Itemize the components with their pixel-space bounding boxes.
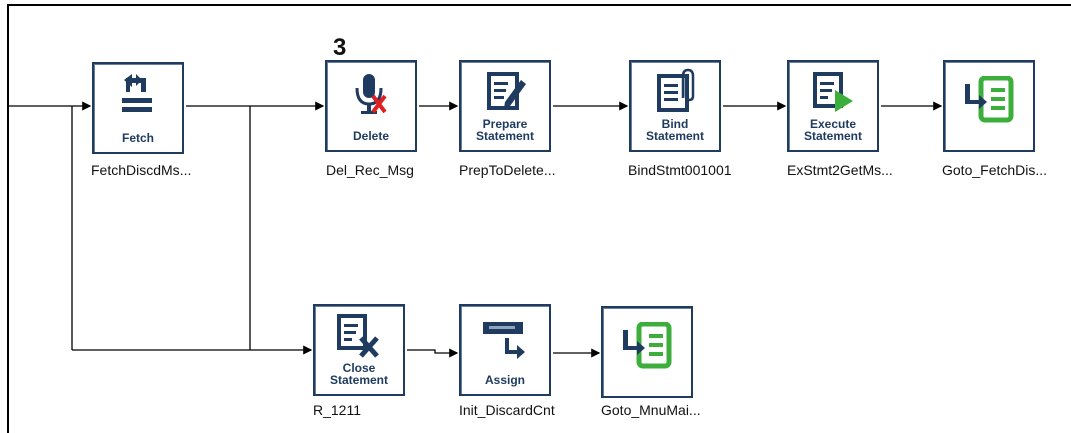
document-close-icon (337, 314, 379, 358)
execute-statement-title: Execute Statement (803, 117, 862, 143)
bind-statement-title: Bind Statement (645, 117, 704, 143)
assign-caption: Init_DiscardCnt (459, 402, 555, 418)
close-statement-node[interactable]: Close Statement (313, 304, 405, 396)
goto-list-icon (623, 322, 672, 369)
prepare-statement-title: Prepare Statement (475, 117, 534, 143)
goto-fetch-caption: Goto_FetchDis... (942, 162, 1048, 178)
execute-statement-node[interactable]: Execute Statement (787, 60, 879, 152)
fetch-node[interactable]: Fetch (92, 62, 184, 154)
document-edit-icon (487, 72, 526, 110)
fetch-caption: FetchDiscdMs... (91, 162, 192, 178)
mic-delete-icon (355, 74, 387, 114)
delete-caption: Del_Rec_Msg (326, 162, 414, 178)
return-arrow-icon (122, 74, 152, 112)
prepare-statement-node[interactable]: Prepare Statement (459, 60, 551, 152)
bind-statement-caption: BindStmt001001 (628, 162, 732, 178)
close-statement-caption: R_1211 (313, 402, 362, 418)
goto-fetch-node[interactable] (943, 60, 1035, 152)
goto-menu-caption: Goto_MnuMai... (601, 402, 701, 418)
execute-statement-caption: ExStmt2GetMs... (787, 162, 893, 178)
assign-title: Assign (484, 373, 525, 387)
assign-arrow-icon (483, 322, 525, 359)
prepare-statement-caption: PrepToDelete... (459, 162, 556, 178)
assign-node[interactable]: Assign (459, 304, 551, 396)
wire-close-assign (407, 348, 459, 358)
document-play-icon (813, 72, 853, 112)
close-statement-title: Close Statement (329, 361, 388, 387)
fetch-title: Fetch (121, 131, 154, 145)
document-paperclip-icon (657, 68, 695, 112)
step-number-label: 3 (333, 34, 347, 61)
delete-title: Delete (352, 129, 390, 143)
goto-list-icon (965, 76, 1014, 123)
goto-menu-node[interactable] (601, 306, 693, 398)
bind-statement-node[interactable]: Bind Statement (629, 60, 721, 152)
delete-node[interactable]: Delete (325, 60, 417, 152)
